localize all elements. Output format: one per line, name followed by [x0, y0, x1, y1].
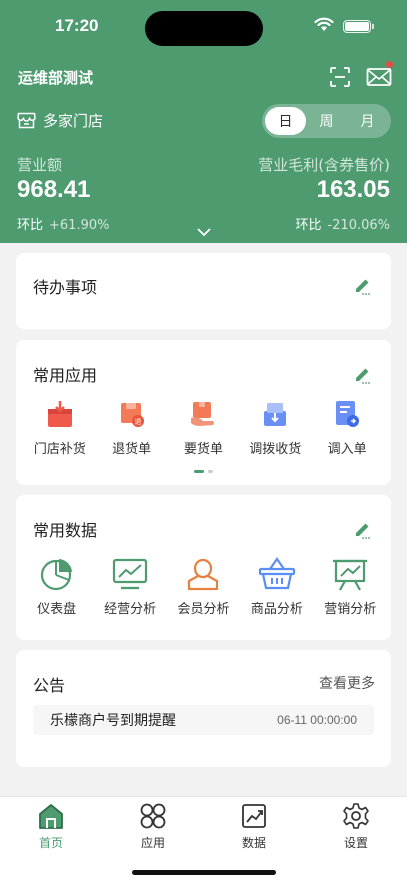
revenue-comparison: 环比 +61.90%	[17, 214, 109, 233]
app-label: 调入单	[327, 442, 367, 457]
tab-data[interactable]: 数据	[224, 802, 284, 851]
revenue-cmp-label: 环比	[17, 218, 44, 233]
header: 17:20 运维部测试 多家门店 日 周 月 营业额 968.41 环比 +61.…	[0, 0, 407, 243]
dynamic-island	[145, 11, 263, 46]
chevron-down-icon[interactable]	[196, 227, 212, 237]
notice-item-title: 乐檬商户号到期提醒	[50, 713, 176, 729]
battery-icon	[343, 20, 374, 33]
notice-item[interactable]: 乐檬商户号到期提醒 06-11 00:00:00	[33, 705, 374, 735]
gross-profit-value: 163.05	[316, 176, 390, 203]
scan-icon[interactable]	[329, 66, 351, 88]
app-label: 退货单	[112, 442, 152, 457]
data-label: 营销分析	[324, 602, 377, 617]
app-label: 门店补货	[33, 442, 86, 457]
notice-item-date: 06-11 00:00:00	[277, 713, 357, 727]
common-apps-list: 门店补货 退 退货单 要货单 调拨收货 调入单	[16, 396, 391, 457]
view-more-link[interactable]: 查看更多	[319, 673, 375, 693]
app-request-order[interactable]: 要货单	[169, 396, 237, 457]
data-label: 经营分析	[104, 602, 157, 617]
tab-apps[interactable]: 应用	[123, 802, 183, 851]
settings-icon	[342, 802, 370, 830]
data-dashboard[interactable]: 仪表盘	[23, 554, 91, 617]
notification-badge	[386, 61, 393, 68]
data-label: 会员分析	[177, 602, 230, 617]
app-label: 调拨收货	[249, 442, 302, 457]
revenue-label: 营业额	[17, 156, 63, 174]
todo-card: 待办事项	[16, 253, 391, 329]
mail-icon[interactable]	[366, 66, 392, 88]
app-transfer-receive[interactable]: 调拨收货	[241, 396, 309, 457]
tab-home[interactable]: 首页	[21, 802, 81, 851]
transfer-in-icon	[329, 396, 365, 432]
gross-profit-cmp-value: -210.06%	[327, 218, 390, 233]
tab-label: 数据	[241, 836, 266, 850]
pie-chart-icon	[37, 554, 77, 594]
period-switch: 日 周 月	[262, 104, 391, 138]
presentation-icon	[330, 554, 370, 594]
app-transfer-in[interactable]: 调入单	[313, 396, 381, 457]
status-time: 17:20	[55, 16, 99, 35]
common-data-title: 常用数据	[33, 521, 98, 540]
revenue-value: 968.41	[17, 176, 91, 203]
store-selector[interactable]: 多家门店	[17, 110, 103, 131]
data-marketing-analysis[interactable]: 营销分析	[316, 554, 384, 617]
edit-icon[interactable]	[353, 364, 373, 384]
tab-label: 首页	[38, 836, 63, 850]
store-replenish-icon	[42, 396, 78, 432]
app-store-replenish[interactable]: 门店补货	[26, 396, 94, 457]
data-business-analysis[interactable]: 经营分析	[96, 554, 164, 617]
data-label: 仪表盘	[37, 602, 77, 617]
home-indicator	[132, 870, 276, 875]
gross-profit-comparison: 环比 -210.06%	[295, 214, 390, 233]
page-indicator	[194, 470, 213, 473]
data-member-analysis[interactable]: 会员分析	[169, 554, 237, 617]
gross-profit-label: 营业毛利(含券售价)	[258, 156, 390, 174]
member-icon	[183, 554, 223, 594]
notice-title: 公告	[33, 676, 66, 695]
status-bar: 17:20	[0, 0, 407, 56]
gross-profit-cmp-label: 环比	[295, 218, 322, 233]
return-order-icon: 退	[114, 396, 150, 432]
edit-icon[interactable]	[353, 519, 373, 539]
period-week-tab[interactable]: 周	[306, 107, 347, 135]
tab-label: 设置	[343, 836, 368, 850]
request-order-icon	[185, 396, 221, 432]
common-data-list: 仪表盘 经营分析 会员分析 商品分析 营销分析	[16, 554, 391, 617]
page-title: 运维部测试	[18, 69, 94, 87]
app-label: 要货单	[183, 442, 223, 457]
tab-settings[interactable]: 设置	[326, 802, 386, 851]
basket-icon	[257, 554, 297, 594]
svg-text:退: 退	[134, 417, 141, 426]
app-return-order[interactable]: 退 退货单	[98, 396, 166, 457]
store-icon	[17, 112, 36, 129]
monitor-chart-icon	[110, 554, 150, 594]
store-label: 多家门店	[43, 112, 104, 130]
common-apps-card: 常用应用 门店补货 退 退货单 要货单 调拨收货 调入单	[16, 340, 391, 485]
data-label: 商品分析	[250, 602, 303, 617]
common-apps-title: 常用应用	[33, 366, 98, 385]
period-month-tab[interactable]: 月	[347, 107, 388, 135]
data-icon	[240, 802, 268, 830]
notice-card: 公告 查看更多 乐檬商户号到期提醒 06-11 00:00:00	[16, 650, 391, 767]
todo-title: 待办事项	[33, 278, 98, 297]
period-day-tab[interactable]: 日	[265, 107, 306, 135]
apps-icon	[139, 802, 167, 830]
data-product-analysis[interactable]: 商品分析	[243, 554, 311, 617]
home-icon	[37, 802, 65, 830]
transfer-receive-icon	[257, 396, 293, 432]
common-data-card: 常用数据 仪表盘 经营分析 会员分析 商品分析 营销分析	[16, 495, 391, 640]
tab-label: 应用	[140, 836, 165, 850]
edit-icon[interactable]	[353, 275, 373, 295]
wifi-icon	[314, 17, 334, 31]
revenue-cmp-value: +61.90%	[49, 218, 110, 233]
